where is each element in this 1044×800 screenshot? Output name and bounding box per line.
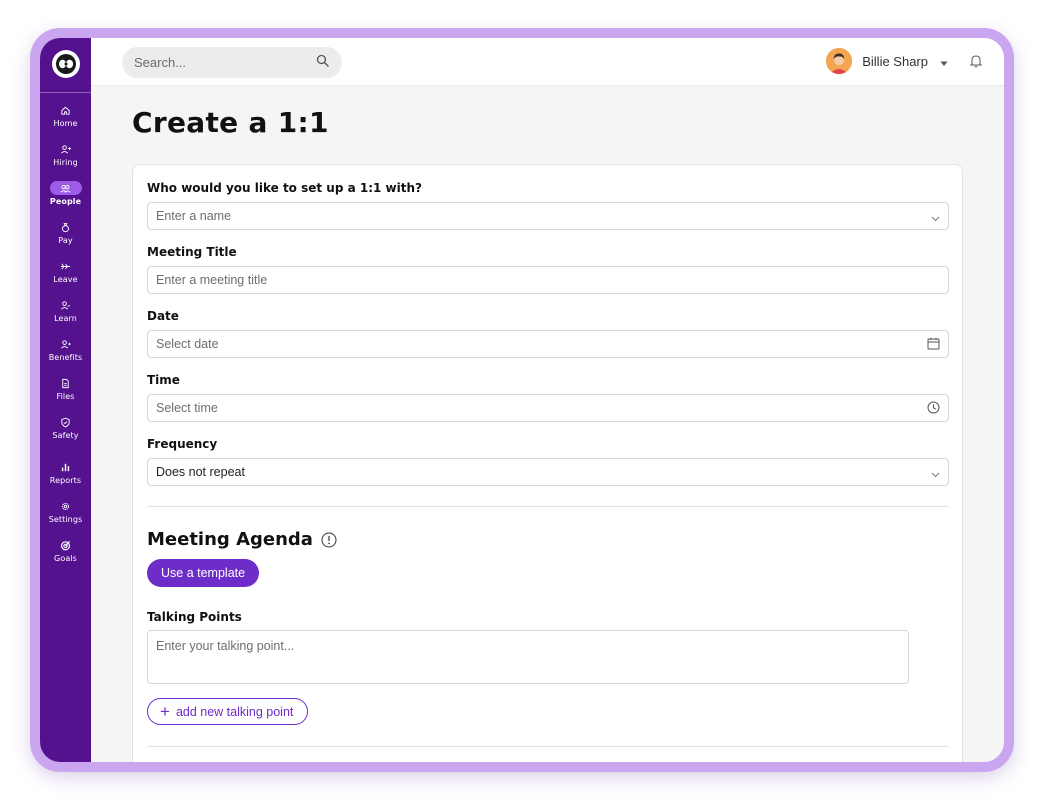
date-field[interactable] bbox=[147, 330, 949, 358]
bell-icon[interactable] bbox=[969, 53, 983, 72]
top-bar: Billie Sharp bbox=[91, 38, 1004, 86]
date-label: Date bbox=[147, 309, 179, 323]
app-window: Home Hiring People Pay Leave Learn Benef… bbox=[40, 38, 1004, 762]
plane-icon bbox=[60, 259, 71, 273]
talking-point-field[interactable] bbox=[147, 630, 909, 684]
app-logo[interactable] bbox=[51, 50, 80, 78]
sidebar-item-label: Pay bbox=[58, 236, 73, 245]
sidebar-item-label: Settings bbox=[48, 515, 83, 524]
plus-icon: + bbox=[160, 702, 170, 721]
sidebar-item-reports[interactable]: Reports bbox=[40, 460, 91, 485]
search-input[interactable] bbox=[134, 55, 294, 70]
user-add-icon bbox=[60, 142, 71, 156]
section-divider bbox=[147, 506, 949, 507]
chevron-down-icon[interactable] bbox=[931, 463, 940, 482]
sidebar-item-settings[interactable]: Settings bbox=[40, 499, 91, 524]
name-input[interactable] bbox=[156, 209, 856, 223]
sidebar-item-label: Leave bbox=[53, 275, 78, 284]
sidebar-item-label: Safety bbox=[52, 431, 79, 440]
sidebar-item-files[interactable]: Files bbox=[40, 376, 91, 401]
time-field[interactable] bbox=[147, 394, 949, 422]
frequency-label: Frequency bbox=[147, 437, 218, 451]
people-icon bbox=[49, 181, 82, 195]
agenda-title: Meeting Agenda bbox=[147, 529, 313, 550]
file-icon bbox=[60, 376, 71, 390]
money-bag-icon bbox=[60, 220, 71, 234]
sidebar-item-label: People bbox=[49, 197, 82, 206]
chevron-down-icon[interactable] bbox=[931, 207, 940, 226]
sidebar: Home Hiring People Pay Leave Learn Benef… bbox=[40, 38, 91, 762]
shield-icon bbox=[60, 415, 71, 429]
home-icon bbox=[60, 103, 71, 117]
sidebar-item-label: Learn bbox=[54, 314, 77, 323]
gear-icon bbox=[60, 499, 71, 513]
sidebar-item-hiring[interactable]: Hiring bbox=[40, 142, 91, 167]
meeting-title-field[interactable] bbox=[147, 266, 949, 294]
sidebar-item-label: Benefits bbox=[48, 353, 83, 362]
page-title: Create a 1:1 bbox=[132, 106, 329, 139]
clock-icon[interactable] bbox=[927, 399, 940, 418]
frequency-select[interactable]: Does not repeat bbox=[147, 458, 949, 486]
sidebar-item-safety[interactable]: Safety bbox=[40, 415, 91, 440]
sidebar-divider bbox=[40, 92, 91, 93]
agenda-heading: Meeting Agenda bbox=[147, 529, 337, 550]
search-icon[interactable] bbox=[316, 53, 330, 72]
search-box[interactable] bbox=[122, 47, 342, 78]
calendar-icon[interactable] bbox=[927, 335, 940, 354]
who-select[interactable] bbox=[147, 202, 949, 230]
time-label: Time bbox=[147, 373, 180, 387]
who-label: Who would you like to set up a 1:1 with? bbox=[147, 181, 422, 195]
time-input[interactable] bbox=[156, 401, 856, 415]
create-1on1-form: Who would you like to set up a 1:1 with?… bbox=[132, 164, 963, 762]
info-icon[interactable] bbox=[321, 532, 337, 548]
add-talking-point-label: add new talking point bbox=[175, 704, 294, 719]
sidebar-item-label: Home bbox=[53, 119, 78, 128]
sidebar-item-label: Goals bbox=[54, 554, 77, 563]
sidebar-item-label: Hiring bbox=[53, 158, 78, 167]
meeting-title-input[interactable] bbox=[156, 273, 856, 287]
target-icon bbox=[60, 538, 71, 552]
sidebar-item-learn[interactable]: Learn bbox=[40, 298, 91, 323]
learn-icon bbox=[60, 298, 71, 312]
sidebar-item-label: Files bbox=[56, 392, 75, 401]
benefits-icon bbox=[60, 337, 71, 351]
talking-point-input[interactable] bbox=[156, 639, 900, 675]
sidebar-item-benefits[interactable]: Benefits bbox=[40, 337, 91, 362]
sidebar-item-leave[interactable]: Leave bbox=[40, 259, 91, 284]
bar-chart-icon bbox=[60, 460, 71, 474]
frequency-value[interactable]: Does not repeat bbox=[156, 465, 245, 479]
sidebar-item-pay[interactable]: Pay bbox=[40, 220, 91, 245]
user-menu[interactable]: Billie Sharp bbox=[826, 47, 948, 75]
add-talking-point-button[interactable]: + add new talking point bbox=[147, 698, 309, 725]
sidebar-item-people[interactable]: People bbox=[40, 181, 91, 206]
use-template-button[interactable]: Use a template bbox=[147, 559, 260, 587]
talking-points-label: Talking Points bbox=[147, 610, 242, 624]
avatar[interactable] bbox=[826, 48, 853, 74]
sidebar-item-home[interactable]: Home bbox=[40, 103, 91, 128]
sidebar-nav: Home Hiring People Pay Leave Learn Benef… bbox=[40, 103, 91, 577]
sidebar-item-label: Reports bbox=[49, 476, 82, 485]
user-name[interactable]: Billie Sharp bbox=[862, 54, 928, 69]
sidebar-item-goals[interactable]: Goals bbox=[40, 538, 91, 563]
logo-icon bbox=[55, 54, 76, 74]
date-input[interactable] bbox=[156, 337, 856, 351]
meeting-title-label: Meeting Title bbox=[147, 245, 237, 259]
caret-down-icon[interactable] bbox=[940, 52, 948, 71]
section-divider bbox=[147, 746, 949, 747]
